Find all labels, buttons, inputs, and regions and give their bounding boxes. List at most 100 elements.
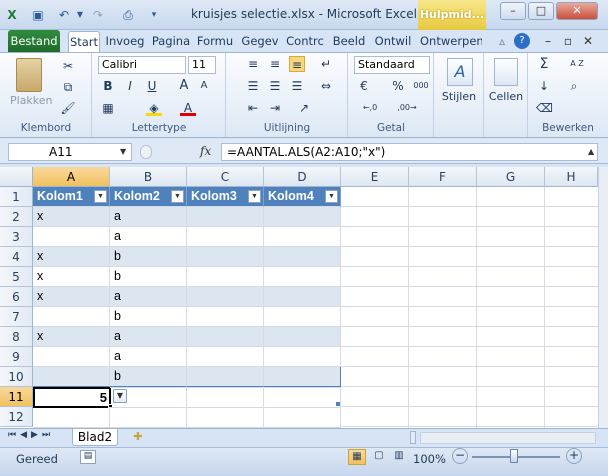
currency-icon[interactable]: € [356,78,372,94]
cut-icon[interactable]: ✂ [60,58,76,74]
workbook-restore-icon[interactable]: ▫ [560,33,576,49]
filter-dropdown-icon[interactable]: ▼ [171,190,184,203]
row-header-12[interactable]: 12 [0,407,33,427]
tab-review[interactable]: Contrc [285,31,325,52]
page-layout-view-icon[interactable]: ▢ [370,449,388,465]
font-color-icon[interactable]: A [180,100,196,116]
tab-page-layout[interactable]: Pagina [150,31,192,52]
orientation-icon[interactable]: ↗ [296,100,312,116]
table-cell[interactable] [264,347,341,367]
tab-split-handle[interactable] [410,431,416,444]
tab-start[interactable]: Start [68,31,100,52]
normal-view-icon[interactable]: ▦ [348,449,366,465]
paste-button-label[interactable]: Plakken [10,94,53,107]
table-cell[interactable] [264,267,341,287]
table-cell[interactable] [264,287,341,307]
expand-formula-bar-icon[interactable]: ▲ [588,147,594,156]
sort-filter-button[interactable]: A Z [566,56,588,72]
table-resize-handle[interactable] [336,402,340,406]
table-header-cell[interactable]: Kolom3 ▼ [187,187,264,207]
table-cell[interactable] [187,307,264,327]
column-header-G[interactable]: G [477,167,545,187]
copy-icon[interactable]: ⧉ [60,79,76,95]
increase-indent-icon[interactable]: ⇥ [267,100,283,116]
tab-insert[interactable]: Invoeg [104,31,146,52]
table-cell[interactable] [33,307,110,327]
number-format-combo[interactable]: Standaard [354,56,430,74]
table-cell[interactable] [264,367,341,387]
formula-bar-handle-icon[interactable] [140,145,152,159]
formula-input[interactable]: =AANTAL.ALS(A2:A10;"x") [221,143,598,161]
insert-sheet-icon[interactable]: ✚ [128,430,148,445]
table-cell[interactable] [33,227,110,247]
table-cell[interactable]: x [33,247,110,267]
close-button[interactable]: ✕ [556,2,598,20]
empty-cells-area[interactable] [341,187,598,428]
workbook-minimize-icon[interactable]: – [540,33,556,49]
sheet-tab-blad2[interactable]: Blad2 [72,429,118,446]
row-header-11[interactable]: 11 [0,387,33,407]
table-cell[interactable] [264,207,341,227]
tab-view[interactable]: Beeld [331,31,367,52]
table-cell[interactable] [187,367,264,387]
tab-formulas[interactable]: Formu [196,31,234,52]
fill-icon[interactable]: ↓ [536,78,552,94]
filter-dropdown-icon[interactable]: ▼ [94,190,107,203]
tab-file[interactable]: Bestand [8,30,60,52]
percent-button[interactable]: % [390,78,406,94]
zoom-level[interactable]: 100% [413,452,446,466]
grow-font-button[interactable]: A [176,78,192,94]
align-middle-icon[interactable]: ≡ [267,56,283,72]
table-cell[interactable] [187,327,264,347]
name-box[interactable]: A11 [8,143,132,161]
row-header-6[interactable]: 6 [0,287,33,307]
table-cell[interactable]: x [33,207,110,227]
table-cell[interactable] [264,307,341,327]
tab-data[interactable]: Gegev [240,31,280,52]
bold-button[interactable]: B [100,78,116,94]
tab-design[interactable]: Ontwerpen [420,31,482,52]
sheet-nav-icon[interactable]: ⏮◀▶⏭ [8,430,54,440]
align-left-icon[interactable]: ☰ [245,78,261,94]
table-cell[interactable] [187,247,264,267]
table-cell[interactable] [33,347,110,367]
column-header-D[interactable]: D [264,167,341,187]
row-header-5[interactable]: 5 [0,267,33,287]
row-header-4[interactable]: 4 [0,247,33,267]
empty-cell[interactable] [33,407,110,428]
table-cell[interactable]: x [33,287,110,307]
autosum-button[interactable]: Σ [536,56,552,72]
zoom-out-button[interactable]: − [452,448,468,464]
column-header-B[interactable]: B [110,167,187,187]
minimize-button[interactable]: – [500,2,526,20]
fill-color-icon[interactable]: ◈ [146,100,162,116]
horizontal-scrollbar[interactable] [420,432,596,444]
table-cell[interactable]: a [110,227,187,247]
zoom-in-button[interactable]: + [566,448,582,464]
table-cell[interactable]: b [110,267,187,287]
font-size-combo[interactable]: 11 [188,56,216,74]
table-cell[interactable] [264,327,341,347]
table-cell[interactable]: a [110,287,187,307]
merge-center-icon[interactable]: ⇔ [318,78,334,94]
table-cell[interactable]: x [33,267,110,287]
align-right-icon[interactable]: ☰ [289,78,305,94]
table-header-cell[interactable]: Kolom1 ▼ [33,187,110,207]
clear-icon[interactable]: ⌫ [536,100,553,116]
insert-function-button[interactable]: fx [200,144,211,158]
borders-icon[interactable]: ▦ [100,100,116,116]
column-header-A[interactable]: A [33,167,110,187]
table-cell[interactable]: a [110,327,187,347]
table-cell[interactable] [187,227,264,247]
zoom-slider-thumb[interactable] [510,449,518,463]
autocomplete-dropdown-icon[interactable]: ▼ [113,389,127,403]
filter-dropdown-icon[interactable]: ▼ [248,190,261,203]
align-bottom-icon[interactable]: ≡ [289,56,305,72]
table-header-cell[interactable]: Kolom2 ▼ [110,187,187,207]
format-painter-icon[interactable]: 🖌 [60,100,76,116]
restore-button[interactable]: □ [528,2,554,20]
column-header-E[interactable]: E [341,167,409,187]
table-cell[interactable] [187,347,264,367]
name-box-dropdown-icon[interactable]: ▼ [120,147,126,156]
select-all-corner[interactable] [0,167,33,187]
